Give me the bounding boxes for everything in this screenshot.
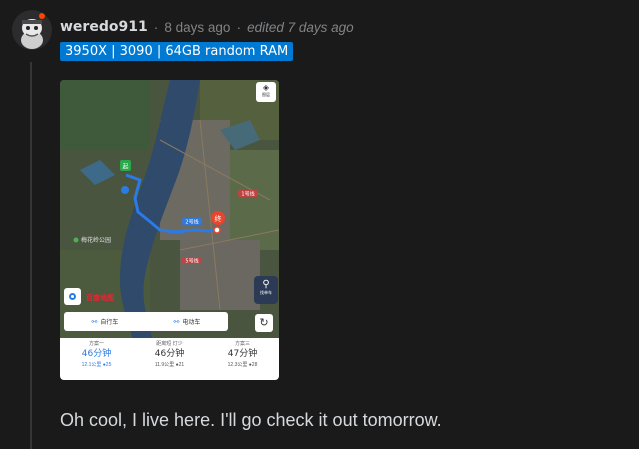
metro-line-label: 2号线 bbox=[185, 219, 198, 226]
metro-line-label: 5号线 bbox=[185, 258, 198, 265]
scooter-icon: ⚯ bbox=[173, 318, 180, 326]
edited-time: edited 7 days ago bbox=[247, 19, 354, 35]
locate-button[interactable] bbox=[64, 288, 81, 305]
mode-bicycle[interactable]: ⚯ 自行车 bbox=[64, 317, 146, 327]
route-options-panel: 方案一 46分钟 12.1公里 ●25 距离短 灯少 46分钟 11.9公里 ●… bbox=[60, 338, 279, 380]
post-time[interactable]: 8 days ago bbox=[164, 20, 230, 35]
layers-icon: ◈ bbox=[262, 83, 270, 92]
bicycle-icon: ⚯ bbox=[91, 318, 98, 326]
metro-line-label: 1号线 bbox=[241, 191, 254, 198]
separator-dot: · bbox=[153, 19, 159, 35]
comment-body: Oh cool, I live here. I'll go check it o… bbox=[60, 410, 442, 430]
find-bike-button[interactable]: ⚲ 找单车 bbox=[254, 276, 278, 304]
bicycle-icon: ⚲ bbox=[262, 279, 270, 290]
mode-scooter[interactable]: ⚯ 电动车 bbox=[146, 317, 228, 327]
travel-mode-bar: ⚯ 自行车 ⚯ 电动车 bbox=[64, 312, 228, 331]
end-marker: 终 bbox=[215, 214, 222, 223]
comment-header: weredo911 · 8 days ago · edited 7 days a… bbox=[60, 17, 354, 37]
separator-dot: · bbox=[236, 19, 242, 35]
refresh-icon: ↻ bbox=[259, 317, 269, 329]
route-option[interactable]: 方案一 46分钟 12.1公里 ●25 bbox=[60, 338, 133, 380]
map-brand-logo: 百度地图 bbox=[86, 294, 114, 302]
route-option[interactable]: 距离短 灯少 46分钟 11.9公里 ●21 bbox=[133, 338, 206, 380]
comment-image-map-screenshot[interactable]: 起 终 2号线 5号线 1号线 梅花岭公园 ◈ 图层 百度地图 ⚲ 找单车 ⚯ … bbox=[60, 80, 279, 380]
refresh-button[interactable]: ↻ bbox=[255, 314, 273, 332]
locate-icon bbox=[69, 293, 76, 300]
layers-button[interactable]: ◈ 图层 bbox=[256, 82, 276, 102]
start-marker: 起 bbox=[122, 163, 128, 171]
park-label: 梅花岭公园 bbox=[81, 236, 111, 244]
route-option[interactable]: 方案三 47分钟 12.3公里 ●28 bbox=[206, 338, 279, 380]
user-flair: 3950X | 3090 | 64GB random RAM bbox=[60, 42, 294, 61]
avatar[interactable] bbox=[12, 10, 52, 50]
username-link[interactable]: weredo911 bbox=[60, 19, 148, 35]
thread-line[interactable] bbox=[30, 62, 32, 449]
